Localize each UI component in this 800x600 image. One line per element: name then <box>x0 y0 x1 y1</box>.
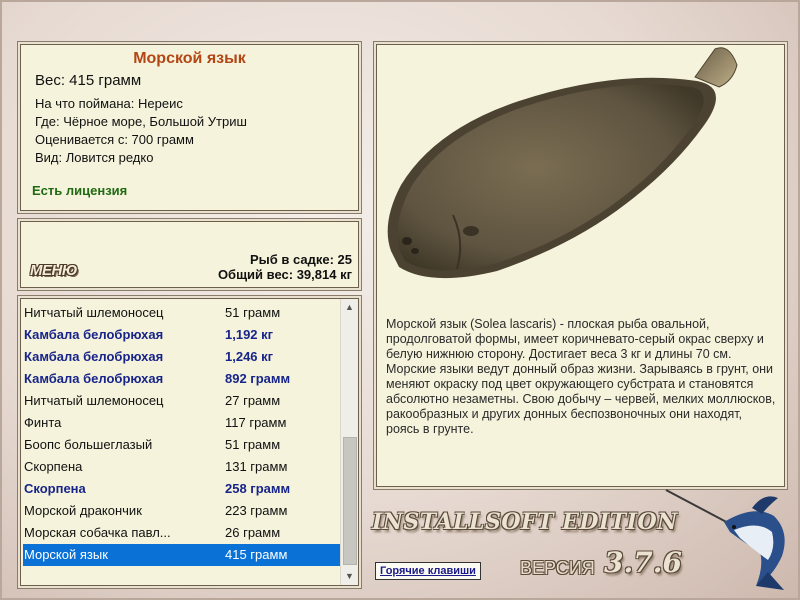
total-weight: Общий вес: 39,814 кг <box>217 267 352 282</box>
catch-fish-name: Нитчатый шлемоносец <box>24 393 164 408</box>
catch-list[interactable]: Нитчатый шлемоносец 51 грамм Камбала белоб… <box>20 298 359 586</box>
catch-fish-name: Нитчатый шлемоносец <box>24 305 164 320</box>
version-label: ВЕРСИЯ <box>520 558 595 578</box>
location-text: Где: Чёрное море, Большой Утриш <box>35 114 247 129</box>
catch-fish-weight: 1,246 кг <box>225 349 274 364</box>
catch-fish-weight: 1,192 кг <box>225 327 274 342</box>
catch-fish-weight: 117 грамм <box>225 415 287 430</box>
list-item[interactable]: Скорпена 258 грамм <box>21 478 341 500</box>
hotkeys-button[interactable]: Горячие клавиши <box>375 562 481 580</box>
list-item[interactable]: Морской дракончик 223 грамм <box>21 500 341 522</box>
list-scrollbar[interactable]: ▲ ▼ <box>340 299 358 585</box>
catch-fish-name: Камбала белобрюхая <box>24 349 164 364</box>
catch-fish-name: Скорпена <box>24 481 86 496</box>
menu-button[interactable]: МЕНЮ <box>30 262 77 279</box>
list-item[interactable]: Боопс большеглазый 51 грамм <box>21 434 341 456</box>
list-item[interactable]: Нитчатый шлемоносец 51 грамм <box>21 302 341 324</box>
catch-fish-weight: 892 грамм <box>225 371 291 386</box>
list-item[interactable]: Нитчатый шлемоносец 27 грамм <box>21 390 341 412</box>
fish-info-panel: Морской язык Вес: 415 грамм На что пойма… <box>20 44 359 211</box>
edition-banner: INSTALLSOFT EDITION <box>372 509 678 535</box>
catch-fish-name: Морская собачка павл... <box>24 525 171 540</box>
list-item[interactable]: Морская собачка павл... 26 грамм <box>21 522 341 544</box>
list-item[interactable]: Камбала белобрюхая 1,192 кг <box>21 324 341 346</box>
list-item[interactable]: Камбала белобрюхая 1,246 кг <box>21 346 341 368</box>
scroll-down-icon[interactable]: ▼ <box>341 568 358 585</box>
catch-fish-name: Морской дракончик <box>24 503 142 518</box>
rarity-text: Вид: Ловится редко <box>35 150 154 165</box>
catch-fish-weight: 27 грамм <box>225 393 281 408</box>
fish-weight: Вес: 415 грамм <box>35 72 142 89</box>
catch-fish-weight: 51 грамм <box>225 437 281 452</box>
catch-list-rows: Нитчатый шлемоносец 51 грамм Камбала белоб… <box>21 302 341 566</box>
catch-fish-name: Финта <box>24 415 62 430</box>
fish-details: На что поймана: Нереис Где: Чёрное море,… <box>35 95 247 167</box>
catch-fish-name: Камбала белобрюхая <box>24 371 164 386</box>
fish-description: Морской язык (Solea lascaris) - плоская … <box>386 317 776 436</box>
catch-fish-weight: 26 грамм <box>225 525 281 540</box>
list-item[interactable]: Камбала белобрюхая 892 грамм <box>21 368 341 390</box>
catch-fish-weight: 258 грамм <box>225 481 291 496</box>
catch-fish-name: Камбала белобрюхая <box>24 327 164 342</box>
marlin-logo <box>665 489 785 590</box>
fish-image <box>387 47 738 279</box>
catch-fish-name: Боопс большеглазый <box>24 437 153 452</box>
catch-fish-weight: 131 грамм <box>225 459 288 474</box>
scrollbar-thumb[interactable] <box>343 437 357 565</box>
catch-stats: Рыб в садке: 25 Общий вес: 39,814 кг <box>218 252 352 282</box>
catch-fish-weight: 51 грамм <box>225 305 281 320</box>
fish-picture-panel: Морской язык (Solea lascaris) - плоская … <box>376 44 785 487</box>
catch-fish-name: Скорпена <box>24 459 83 474</box>
list-item[interactable]: Финта 117 грамм <box>21 412 341 434</box>
fish-title: Морской язык <box>133 50 246 67</box>
list-item[interactable]: Скорпена 131 грамм <box>21 456 341 478</box>
value-text: Оценивается с: 700 грамм <box>35 132 194 147</box>
bait-text: На что поймана: Нереис <box>35 96 183 111</box>
catch-summary-panel: МЕНЮ Рыб в садке: 25 Общий вес: 39,814 к… <box>20 221 359 288</box>
catch-fish-name: Морской язык <box>24 547 108 562</box>
fish-count: Рыб в садке: 25 <box>249 252 352 267</box>
catch-fish-weight: 223 грамм <box>225 503 288 518</box>
list-item-selected[interactable]: Морской язык 415 грамм <box>23 544 341 566</box>
license-status: Есть лицензия <box>32 183 128 198</box>
scroll-up-icon[interactable]: ▲ <box>341 299 358 316</box>
catch-fish-weight: 415 грамм <box>225 547 288 562</box>
